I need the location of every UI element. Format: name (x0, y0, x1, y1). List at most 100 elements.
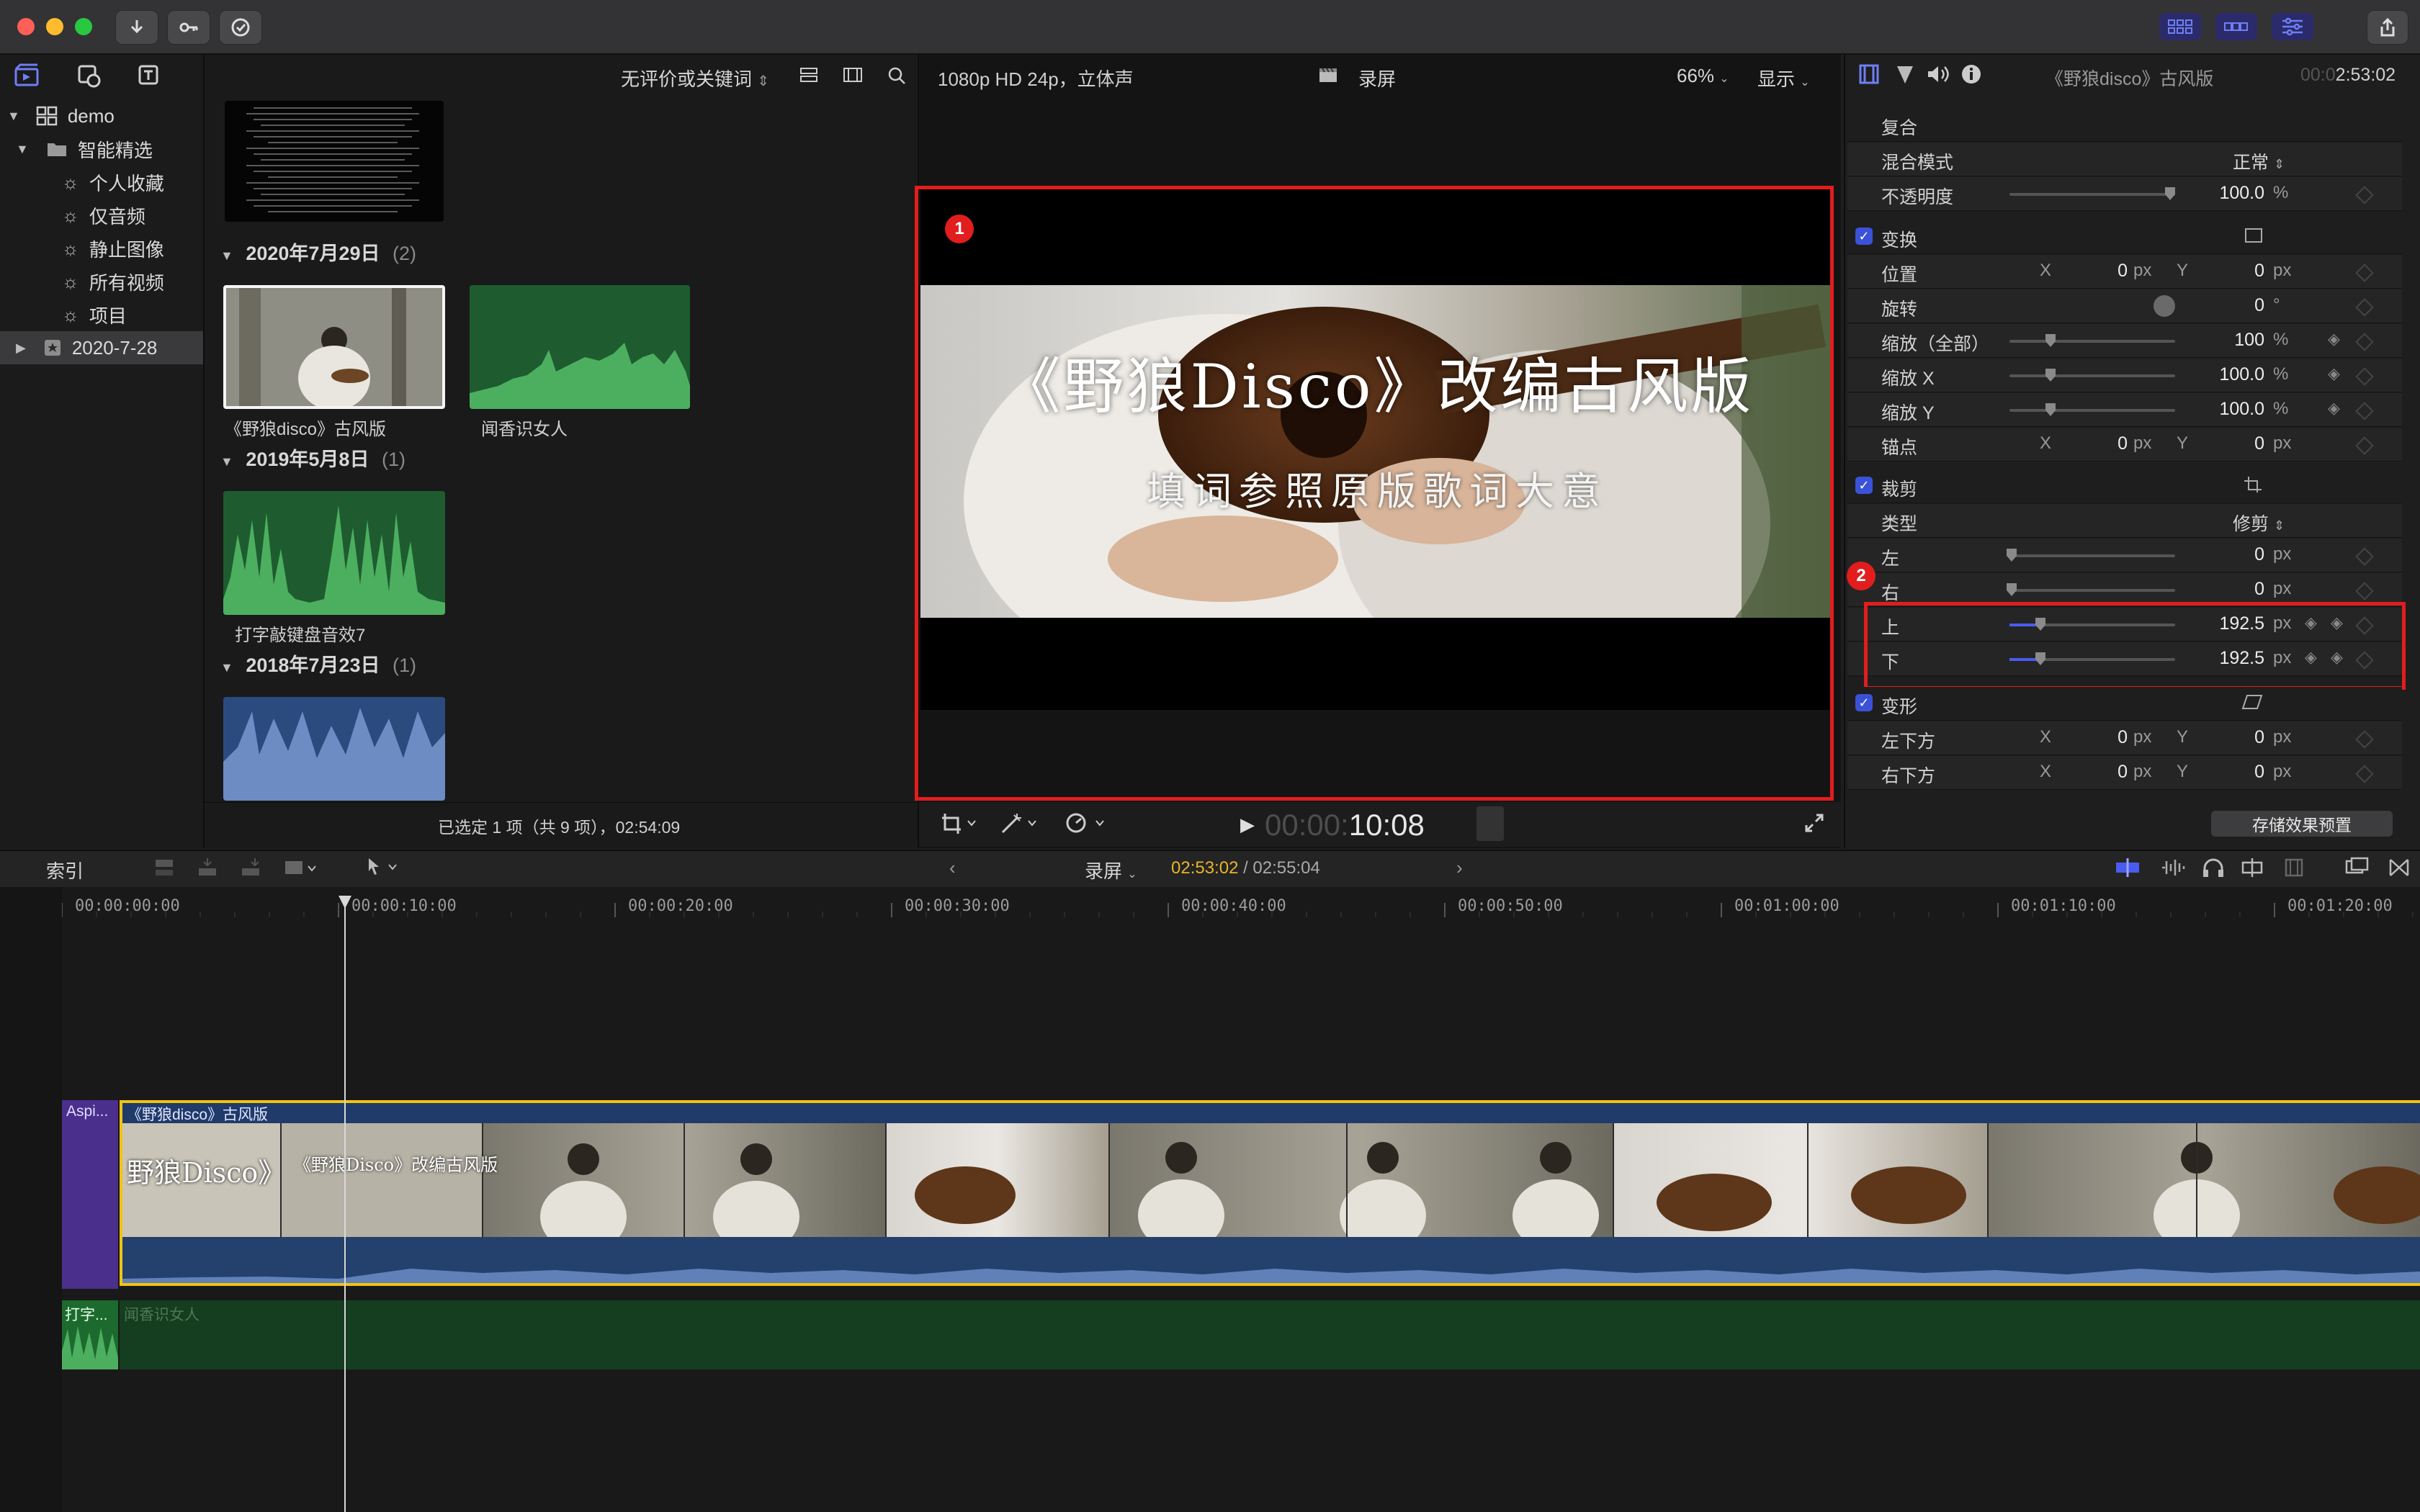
info-inspector-tab-icon[interactable] (1960, 63, 1982, 89)
background-tasks-button[interactable] (219, 10, 262, 45)
clip-thumbnail-typing-sound[interactable] (223, 491, 445, 615)
zoom-window-button[interactable] (75, 18, 92, 35)
photos-audio-tab-icon[interactable] (76, 63, 102, 91)
audio-meter-icon[interactable] (1476, 806, 1504, 841)
keyword-button[interactable] (167, 10, 210, 45)
scale-x-slider[interactable] (2009, 374, 2175, 377)
timeline-forward-arrow-icon[interactable]: › (1456, 857, 1463, 879)
libraries-tab-icon[interactable] (14, 63, 42, 91)
scale-y-slider[interactable] (2009, 409, 2175, 412)
insert-clip-icon[interactable] (196, 857, 222, 878)
disclosure-triangle-icon[interactable]: ▶ (16, 341, 26, 356)
opacity-slider[interactable] (2009, 193, 2175, 196)
clip-thumbnail-scent-of-woman[interactable] (470, 285, 690, 409)
disclosure-triangle-icon[interactable]: ▼ (220, 248, 233, 263)
select-tool-popup[interactable] (364, 855, 400, 882)
rotation-dial[interactable] (2154, 295, 2175, 317)
clip-thumbnail-wild-wolf[interactable] (223, 285, 445, 409)
transform-tool-popup[interactable] (941, 811, 977, 839)
disclosure-triangle-icon[interactable]: ▼ (220, 454, 233, 469)
timeline-project-popup[interactable]: 录屏 ⌄ (1085, 857, 1137, 883)
audio-inspector-tab-icon[interactable] (1926, 63, 1950, 89)
scale-all-slider[interactable] (2009, 340, 2175, 343)
timeline-index-button[interactable]: 索引 (46, 857, 84, 883)
keyframe-nav-icon[interactable]: ◈ (2328, 330, 2340, 348)
snapping-icon[interactable] (2240, 857, 2264, 882)
distort-checkbox[interactable]: ✓ (1855, 694, 1873, 711)
append-clip-icon[interactable] (239, 857, 265, 878)
playhead[interactable] (344, 896, 346, 1512)
headphones-icon[interactable] (2201, 857, 2226, 882)
retime-speedometer-popup[interactable] (1065, 811, 1106, 839)
filter-popup[interactable]: 无评价或关键词 ⇕ (621, 65, 769, 91)
distort-onscreen-icon[interactable] (2241, 693, 2264, 715)
show-inspector-button[interactable] (2272, 13, 2313, 40)
transform-checkbox[interactable]: ✓ (1855, 228, 1873, 245)
date-group-header[interactable]: ▼ 2020年7月29日 (2) (220, 238, 416, 266)
opacity-value[interactable]: 100.0 (2204, 183, 2264, 204)
audio-clip-scent-of-woman[interactable] (120, 1300, 2420, 1369)
smart-collection-projects[interactable]: ☼ 项目 (0, 298, 203, 331)
color-inspector-tab-icon[interactable] (1894, 63, 1916, 89)
crop-left-value[interactable]: 0 (2204, 544, 2264, 565)
show-browser-button[interactable] (2159, 13, 2201, 40)
bottom-right-y-value[interactable]: 0 (2226, 762, 2264, 783)
clip-appearance-icon[interactable] (799, 66, 818, 87)
crop-right-value[interactable]: 0 (2204, 579, 2264, 600)
fullscreen-icon[interactable] (1803, 812, 1825, 837)
crop-onscreen-icon[interactable] (2243, 475, 2264, 498)
crop-type-popup[interactable]: 修剪 ⇕ (2233, 510, 2285, 536)
rotation-value[interactable]: 0 (2226, 295, 2264, 316)
save-effects-preset-button[interactable]: 存储效果预置 (2211, 811, 2393, 837)
viewer-timecode[interactable]: 00:00:10:08 (1265, 808, 1425, 842)
smart-collection-audio-only[interactable]: ☼ 仅音频 (0, 199, 203, 232)
anchor-x-value[interactable]: 0 (2089, 433, 2128, 454)
credits-clip-thumbnail[interactable] (225, 101, 444, 222)
enhance-magic-wand-popup[interactable] (1000, 811, 1039, 839)
transform-onscreen-icon[interactable] (2243, 226, 2264, 248)
skimming-toggle-icon[interactable] (2113, 857, 2142, 882)
connect-clip-icon[interactable] (153, 857, 179, 878)
bottom-right-x-value[interactable]: 0 (2089, 762, 2128, 783)
timeline-back-arrow-icon[interactable]: ‹ (949, 857, 956, 879)
bottom-left-x-value[interactable]: 0 (2089, 727, 2128, 748)
disclosure-triangle-icon[interactable]: ▼ (16, 142, 29, 157)
position-x-value[interactable]: 0 (2089, 261, 2128, 282)
smart-collection-all-video[interactable]: ☼ 所有视频 (0, 265, 203, 298)
filmstrip-icon[interactable] (843, 66, 863, 87)
share-button[interactable] (2367, 10, 2408, 45)
scale-y-value[interactable]: 100.0 (2204, 399, 2264, 420)
crop-left-slider[interactable] (2009, 554, 2175, 557)
crop-right-slider[interactable] (2009, 589, 2175, 592)
solo-icon[interactable] (2283, 857, 2305, 882)
import-button[interactable] (115, 10, 158, 45)
clip-thumbnail-blue-audio[interactable] (223, 697, 445, 801)
connected-clip-aspi[interactable] (62, 1100, 118, 1289)
minimize-window-button[interactable] (46, 18, 63, 35)
keyframe-nav-icon[interactable]: ◈ (2328, 364, 2340, 383)
smart-collection-favorites[interactable]: ☼ 个人收藏 (0, 166, 203, 199)
video-inspector-tab-icon[interactable] (1858, 63, 1880, 89)
blend-mode-popup[interactable]: 正常 ⇕ (2233, 148, 2285, 174)
view-options-popup[interactable]: 显示 ⌄ (1757, 65, 1810, 91)
library-item-demo[interactable]: ▼ demo (0, 99, 203, 132)
audio-skimming-icon[interactable] (2159, 857, 2188, 882)
clip-appearance-timeline-icon[interactable] (2345, 857, 2370, 882)
event-2020-7-28[interactable]: ▶ 2020-7-28 (0, 331, 203, 364)
crop-checkbox[interactable]: ✓ (1855, 477, 1873, 494)
overwrite-clip-icon[interactable] (282, 857, 318, 878)
date-group-header[interactable]: ▼ 2019年5月8日 (1) (220, 444, 405, 472)
play-button[interactable]: ▶ (1240, 814, 1255, 836)
position-y-value[interactable]: 0 (2226, 261, 2264, 282)
scale-x-value[interactable]: 100.0 (2204, 364, 2264, 385)
transitions-browser-icon[interactable] (2388, 857, 2410, 882)
smart-collection-stills[interactable]: ☼ 静止图像 (0, 232, 203, 265)
disclosure-triangle-icon[interactable]: ▼ (220, 660, 233, 675)
search-icon[interactable] (887, 66, 906, 89)
keyframe-nav-icon[interactable]: ◈ (2328, 399, 2340, 418)
show-timeline-button[interactable] (2215, 13, 2257, 40)
bottom-left-y-value[interactable]: 0 (2226, 727, 2264, 748)
scale-all-value[interactable]: 100 (2204, 330, 2264, 351)
titles-generators-tab-icon[interactable] (137, 63, 163, 91)
close-window-button[interactable] (17, 18, 35, 35)
